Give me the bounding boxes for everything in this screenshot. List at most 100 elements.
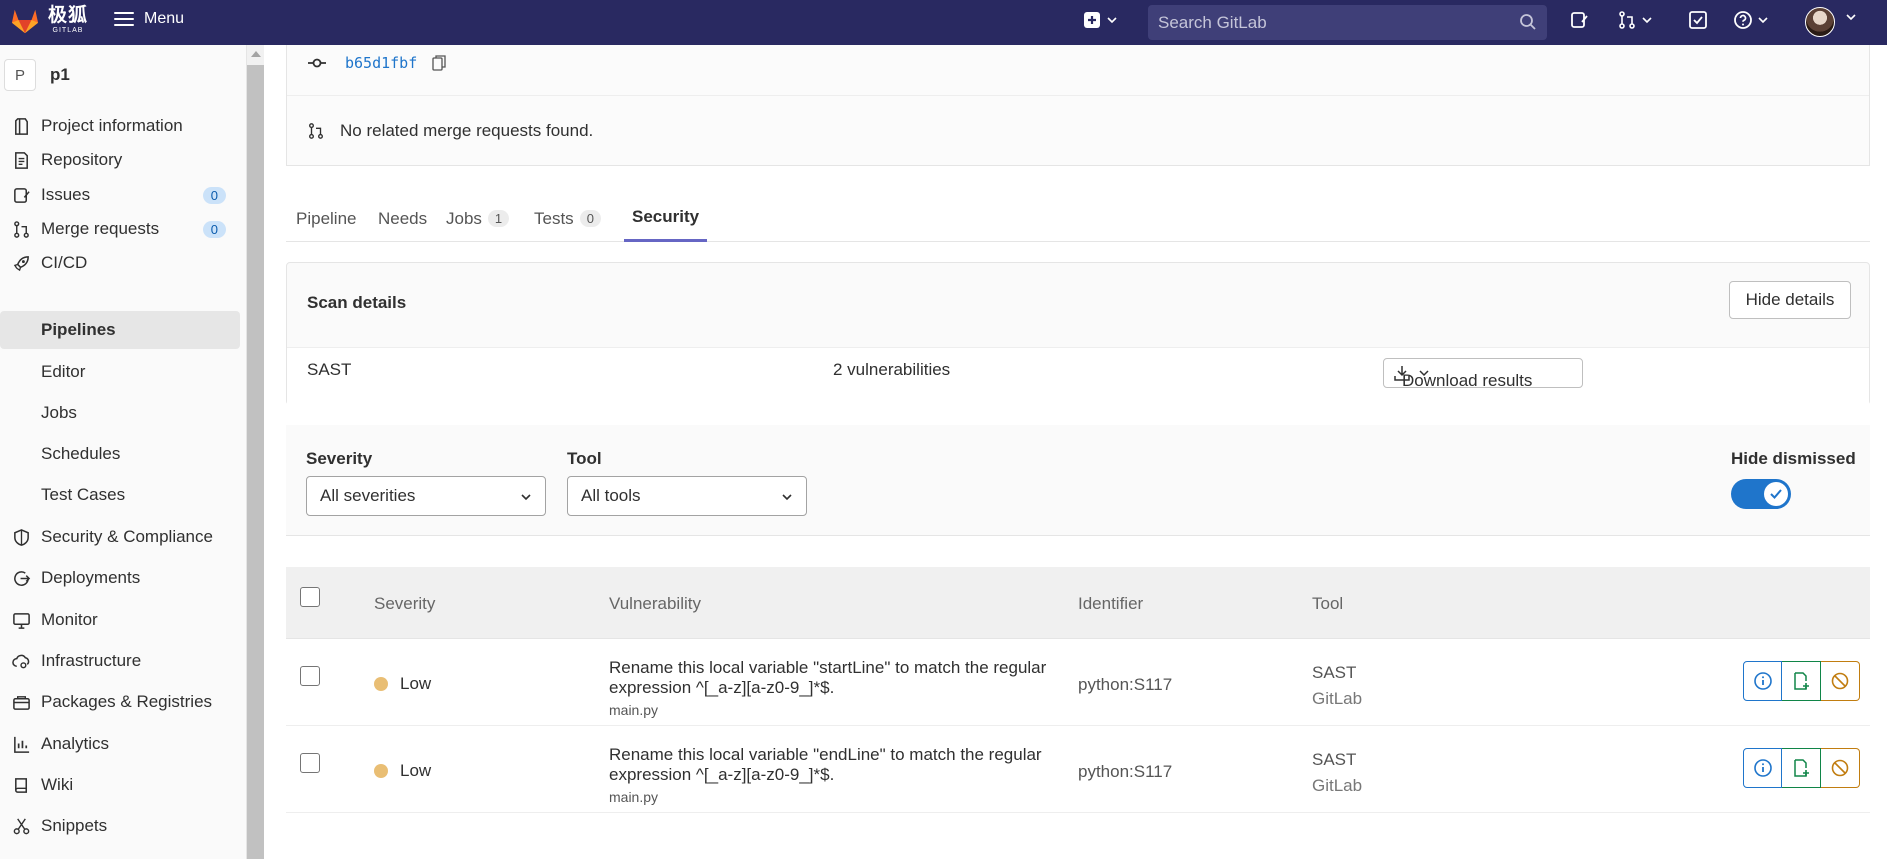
download-results-button[interactable]: Download results — [1383, 358, 1583, 390]
search-input[interactable]: Search GitLab — [1148, 5, 1547, 40]
divider — [287, 95, 1869, 96]
sidebar-item-monitor[interactable]: Monitor — [0, 601, 240, 639]
help-icon — [1734, 11, 1752, 29]
merge-request-icon — [309, 123, 323, 139]
table-row[interactable]: Low Rename this local variable "endLine"… — [286, 726, 1870, 813]
sidebar-item-label: Wiki — [41, 775, 74, 794]
sidebar-item-wiki[interactable]: Wiki — [0, 766, 240, 804]
chevron-down-icon — [521, 494, 531, 501]
scan-details-panel: Scan details Hide details SAST 2 vulnera… — [286, 262, 1870, 405]
chevron-down-icon — [782, 494, 792, 501]
help-dropdown-button[interactable] — [1733, 10, 1768, 30]
user-menu-caret[interactable] — [1841, 12, 1856, 22]
menu-button[interactable]: Menu — [114, 10, 184, 28]
severity-filter-value: All severities — [320, 486, 416, 505]
sidebar-item-issues[interactable]: Issues 0 — [0, 176, 240, 214]
tool-vendor: GitLab — [1312, 776, 1363, 795]
tab-count-badge: 0 — [579, 210, 601, 227]
sidebar-item-label: Repository — [41, 150, 123, 169]
more-info-button[interactable] — [1743, 748, 1782, 788]
sidebar-item-project-information[interactable]: Project information — [0, 107, 240, 145]
sidebar-item-schedules[interactable]: Schedules — [0, 435, 240, 473]
new-dropdown-button[interactable] — [1082, 10, 1117, 30]
sidebar-project-header[interactable]: P p1 — [0, 55, 70, 95]
tool-filter-select[interactable]: All tools — [567, 476, 807, 516]
sidebar-item-label: Pipelines — [41, 320, 116, 339]
column-header-identifier: Identifier — [1078, 594, 1144, 613]
sidebar-item-analytics[interactable]: Analytics — [0, 725, 240, 763]
hide-details-label: Hide details — [1745, 290, 1835, 309]
vulnerability-title-link[interactable]: Rename this local variable "startLine" t… — [609, 658, 1069, 698]
pipeline-commit-info: b65d1fbf No related merge requests found… — [286, 45, 1870, 166]
copy-icon[interactable] — [431, 55, 447, 71]
sidebar-item-security-compliance[interactable]: Security & Compliance — [0, 518, 240, 556]
sidebar-item-cicd[interactable]: CI/CD — [0, 244, 240, 282]
todos-nav-button[interactable] — [1688, 10, 1708, 30]
sidebar-item-repository[interactable]: Repository — [0, 141, 240, 179]
tab-label: Jobs — [446, 208, 482, 228]
column-header-tool: Tool — [1312, 594, 1344, 613]
sidebar-item-deployments[interactable]: Deployments — [0, 559, 240, 597]
scissors-icon — [11, 816, 31, 836]
tab-tests[interactable]: Tests 0 — [534, 195, 601, 242]
dismiss-vulnerability-button[interactable] — [1821, 748, 1860, 788]
tab-pipeline[interactable]: Pipeline — [296, 195, 357, 242]
merge-requests-nav-button[interactable] — [1617, 10, 1652, 30]
sidebar-item-label: Snippets — [41, 816, 108, 835]
sidebar-item-merge-requests[interactable]: Merge requests 0 — [0, 210, 240, 248]
sidebar-item-jobs[interactable]: Jobs — [0, 394, 240, 432]
top-navbar: 极狐 GITLAB Menu Search GitLab — [0, 0, 1887, 45]
scrollbar-thumb[interactable] — [247, 65, 264, 859]
download-results-label: Download results — [1402, 371, 1533, 390]
more-info-button[interactable] — [1743, 661, 1782, 701]
book-icon — [11, 775, 31, 795]
sidebar-item-snippets[interactable]: Snippets — [0, 807, 240, 845]
select-all-checkbox[interactable] — [300, 587, 320, 607]
table-row[interactable]: Low Rename this local variable "startLin… — [286, 639, 1870, 726]
cloud-gear-icon — [11, 651, 31, 671]
tool-filter-label: Tool — [567, 449, 602, 468]
commit-row: b65d1fbf — [307, 53, 447, 73]
severity-filter-select[interactable]: All severities — [306, 476, 546, 516]
search-placeholder: Search GitLab — [1158, 12, 1267, 32]
tab-label: Tests — [534, 208, 574, 228]
user-avatar[interactable] — [1805, 7, 1835, 37]
check-icon — [1770, 489, 1782, 499]
sidebar-item-editor[interactable]: Editor — [0, 353, 240, 391]
cancel-icon — [1831, 759, 1849, 777]
sidebar-item-pipelines[interactable]: Pipelines — [0, 311, 240, 349]
dismiss-vulnerability-button[interactable] — [1821, 661, 1860, 701]
hide-details-button[interactable]: Hide details — [1729, 281, 1851, 319]
tool-filter-value: All tools — [581, 486, 641, 505]
tab-jobs[interactable]: Jobs 1 — [446, 195, 510, 242]
sidebar-item-label: Packages & Registries — [41, 692, 213, 711]
column-header-severity[interactable]: Severity — [374, 594, 435, 614]
create-issue-button[interactable] — [1782, 748, 1821, 788]
brand-name-cn: 极狐 — [48, 5, 89, 26]
project-name: p1 — [50, 65, 70, 84]
sidebar-item-packages-registries[interactable]: Packages & Registries — [0, 683, 240, 721]
sidebar-scrollbar[interactable] — [247, 45, 264, 859]
row-checkbox[interactable] — [300, 753, 320, 773]
merge-requests-count-badge: 0 — [202, 220, 226, 238]
severity-low-dot — [374, 764, 388, 778]
scroll-up-arrow-icon[interactable] — [251, 51, 261, 57]
fox-logo-icon — [11, 9, 39, 34]
tab-label: Security — [632, 207, 700, 226]
tab-needs[interactable]: Needs — [378, 195, 427, 242]
sidebar-item-infrastructure[interactable]: Infrastructure — [0, 642, 240, 680]
tab-security[interactable]: Security — [624, 195, 708, 242]
hide-dismissed-toggle[interactable] — [1731, 479, 1791, 509]
sidebar-item-test-cases[interactable]: Test Cases — [0, 476, 240, 514]
create-issue-button[interactable] — [1782, 661, 1821, 701]
commit-sha-link[interactable]: b65d1fbf — [345, 54, 417, 72]
sidebar-item-label: CI/CD — [41, 253, 88, 272]
merge-request-icon — [1619, 11, 1635, 29]
issues-nav-button[interactable] — [1569, 10, 1589, 30]
vulnerability-title-link[interactable]: Rename this local variable "endLine" to … — [609, 745, 1069, 785]
gitlab-logo[interactable]: 极狐 GITLAB — [10, 6, 88, 34]
todo-check-icon — [1689, 11, 1707, 29]
cancel-icon — [1831, 672, 1849, 690]
issues-count-badge: 0 — [202, 186, 226, 204]
row-checkbox[interactable] — [300, 666, 320, 686]
